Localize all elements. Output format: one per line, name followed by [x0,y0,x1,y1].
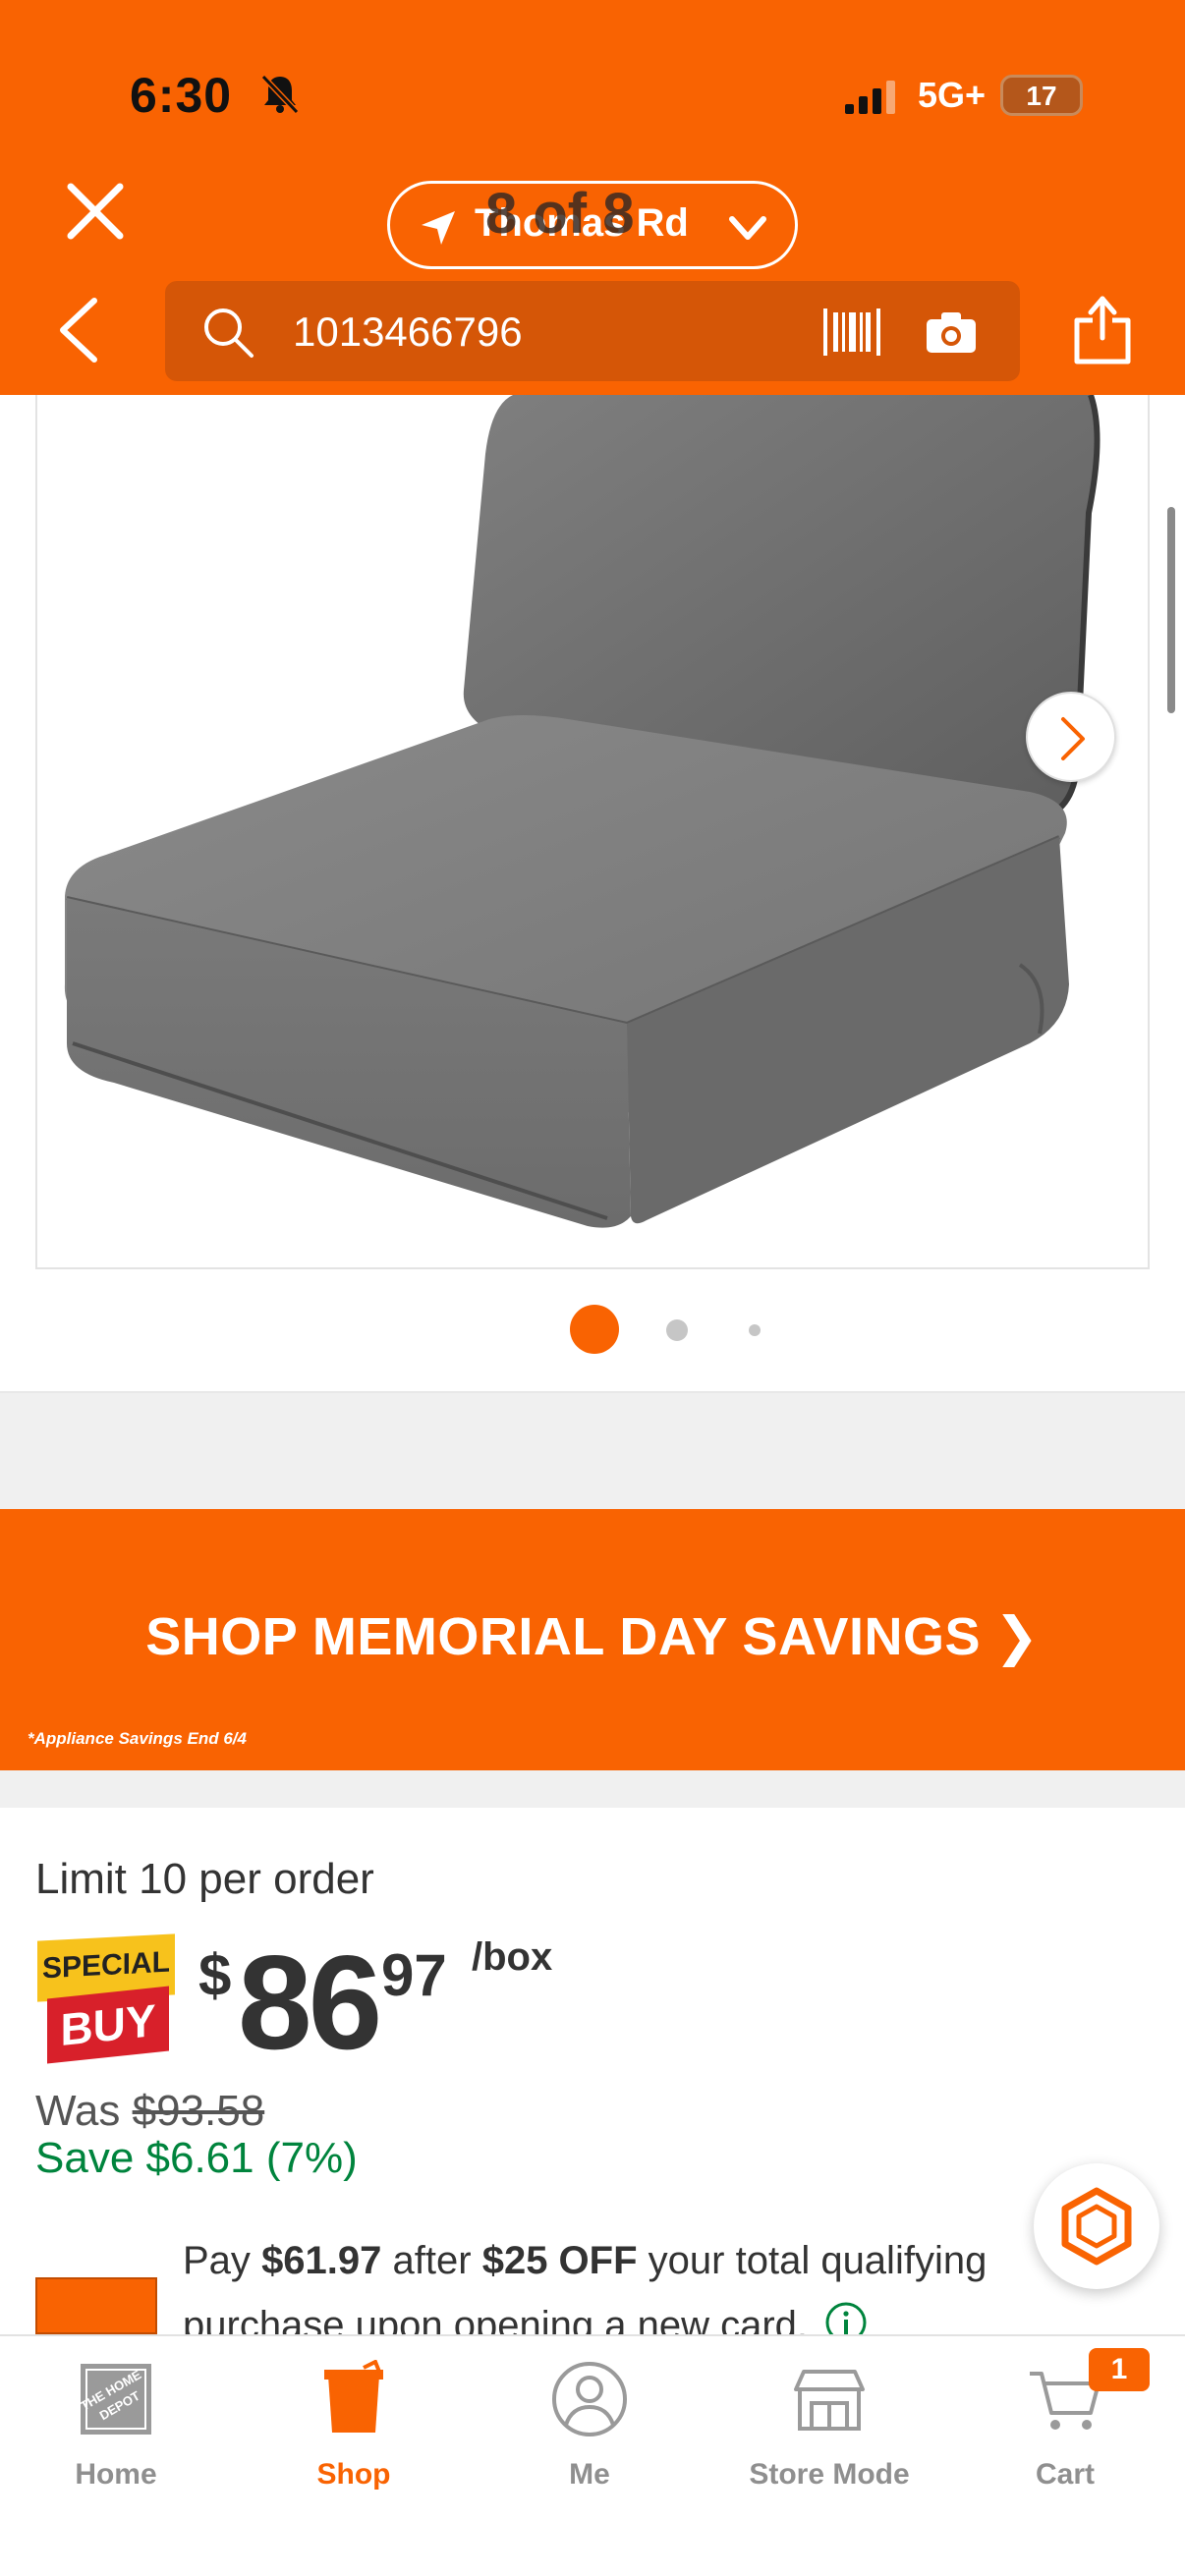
card-amount: $61.97 [261,2239,382,2282]
gallery-next-button[interactable] [1026,692,1116,782]
chevron-right-icon: ❯ [993,1607,1040,1666]
search-bar[interactable]: 1013466796 [165,281,1020,381]
product-image-frame [35,395,1150,1269]
nav-store-mode[interactable]: Store Mode [731,2352,928,2509]
signal-icon [845,81,895,114]
product-page: 6:30 5G+ 17 Thomas Rd 8 of 8 1013466796 … [0,0,1185,2576]
order-limit: Limit 10 per order [35,1855,374,1903]
product-gallery[interactable] [0,395,1185,1393]
assistant-hexagon-icon [1061,2187,1132,2266]
credit-card-image [35,2277,157,2334]
status-time: 6:30 [130,68,233,123]
battery-icon: 17 [1000,75,1083,116]
barcode-scan-icon[interactable] [821,305,882,360]
price-currency: $ [198,1942,232,2008]
price-cents: 97 [381,1942,447,2008]
nav-label: Me [569,2458,610,2491]
card-off: $25 OFF [481,2239,638,2282]
promo-title: SHOP MEMORIAL DAY SAVINGS ❯ [0,1605,1185,1667]
store-icon [794,2370,865,2431]
nav-label: Home [75,2458,157,2491]
nav-label: Store Mode [749,2458,910,2491]
pagination-dot-active[interactable] [570,1305,619,1354]
nav-home[interactable]: THE HOME DEPOT Home [18,2352,214,2509]
savings: Save $6.61 (7%) [35,2134,358,2182]
bottom-nav: THE HOME DEPOT Home Shop Me Store Mode C… [0,2334,1185,2576]
back-chevron-icon[interactable] [51,295,110,365]
special-buy-badge: SPECIAL BUY [37,1933,175,2065]
chevron-down-icon [729,216,766,240]
badge-buy: BUY [47,1986,169,2064]
badge-buy-text: BUY [60,1993,156,2056]
home-depot-logo-icon: THE HOME DEPOT [78,2364,151,2435]
location-arrow-icon [422,211,455,245]
bell-muted-icon [260,74,300,115]
nav-label: Shop [316,2458,391,2491]
bucket-icon [324,2360,383,2433]
app-header: 6:30 5G+ 17 Thomas Rd 8 of 8 1013466796 [0,0,1185,395]
section-divider [0,1393,1185,1509]
network-label: 5G+ [918,75,987,115]
badge-special-text: SPECIAL [41,1945,171,1986]
person-icon [552,2362,627,2436]
pagination-dot[interactable] [666,1319,688,1341]
was-price-line: Was $93.58 [35,2087,264,2136]
memorial-day-banner[interactable]: SHOP MEMORIAL DAY SAVINGS ❯ *Appliance Sa… [0,1509,1185,1770]
price-unit: /box [472,1935,553,1979]
cart-count-badge: 1 [1089,2348,1150,2391]
nav-label: Cart [1035,2458,1095,2491]
nav-shop[interactable]: Shop [255,2352,452,2509]
card-after: after [392,2239,472,2282]
was-price: $93.58 [132,2087,265,2135]
gallery-pagination [0,1305,1185,1354]
promo-label: SHOP MEMORIAL DAY SAVINGS [145,1607,981,1666]
card-pay: Pay [183,2239,251,2282]
battery-level: 17 [1026,81,1057,111]
chat-assistant-button[interactable] [1034,2163,1159,2289]
was-label: Was [35,2087,121,2135]
search-icon [204,308,254,358]
image-counter: 8 of 8 [485,182,635,246]
nav-me[interactable]: Me [491,2352,688,2509]
chevron-right-icon [1061,717,1085,760]
price-whole: 86 [238,1928,382,2077]
price-section: Limit 10 per order SPECIAL BUY $ 86 97 /… [0,1808,1185,2347]
scrollbar[interactable] [1167,507,1175,713]
product-image[interactable] [37,395,1150,1269]
close-icon[interactable] [61,177,130,246]
promo-footnote: *Appliance Savings End 6/4 [28,1729,247,1748]
share-icon[interactable] [1071,291,1134,367]
camera-icon[interactable] [924,308,979,356]
search-input[interactable]: 1013466796 [293,308,523,356]
section-divider [0,1770,1185,1808]
pagination-dot[interactable] [749,1324,761,1336]
